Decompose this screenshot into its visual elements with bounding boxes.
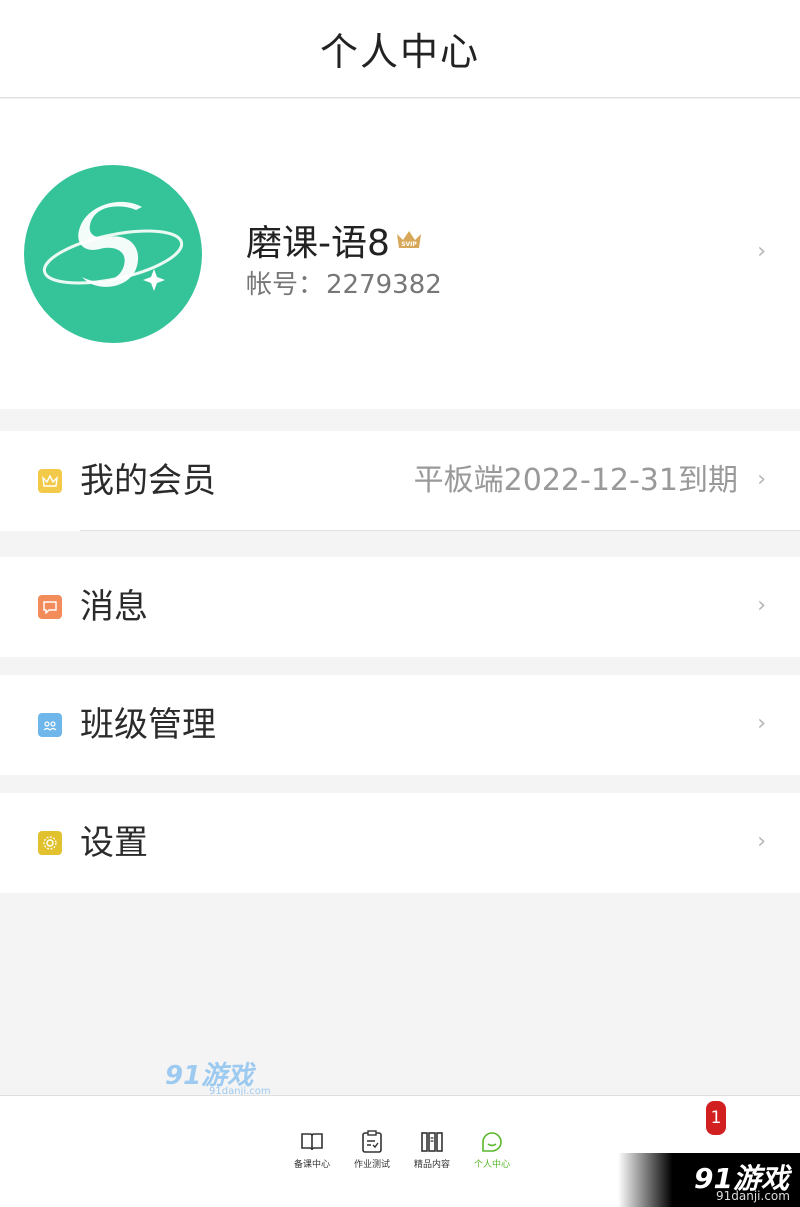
tab-lesson-prep[interactable]: 备课中心 bbox=[282, 1130, 342, 1170]
corner-watermark-sub: 91danji.com bbox=[716, 1189, 790, 1203]
account-info: 帐号：2279382 bbox=[246, 264, 442, 301]
divider bbox=[80, 530, 800, 531]
menu-item-membership[interactable]: 我的会员 平板端2022-12-31到期 › bbox=[0, 431, 800, 531]
profile-name: 磨课-语8 bbox=[246, 223, 390, 264]
page-title: 个人中心 bbox=[319, 30, 480, 74]
account-number: 2279382 bbox=[326, 270, 442, 300]
tab-label: 精品内容 bbox=[413, 1160, 450, 1170]
avatar[interactable] bbox=[24, 165, 202, 343]
tab-label: 作业测试 bbox=[353, 1160, 390, 1170]
notification-badge: 1 bbox=[706, 1101, 726, 1135]
menu-item-label: 设置 bbox=[80, 823, 148, 863]
profile-card[interactable]: 磨课-语8 SVIP 帐号：2279382 › bbox=[0, 99, 800, 409]
profile-name-row: 磨课-语8 SVIP bbox=[246, 214, 422, 266]
crown-icon bbox=[38, 469, 62, 493]
clipboard-icon bbox=[362, 1130, 382, 1153]
tab-homework[interactable]: 作业测试 bbox=[342, 1130, 402, 1170]
tab-label: 备课中心 bbox=[293, 1160, 330, 1170]
menu-item-messages[interactable]: 消息 › bbox=[0, 557, 800, 657]
membership-expiry: 平板端2022-12-31到期 bbox=[413, 463, 738, 498]
message-icon bbox=[38, 595, 62, 619]
corner-watermark: 91游戏 91danji.com bbox=[618, 1153, 800, 1207]
tab-personal-center[interactable]: 个人中心 bbox=[462, 1130, 522, 1170]
chevron-right-icon: › bbox=[757, 593, 766, 618]
svip-badge-text: SVIP bbox=[401, 241, 417, 248]
menu-item-label: 我的会员 bbox=[80, 461, 216, 501]
gear-icon bbox=[38, 831, 62, 855]
chevron-right-icon: › bbox=[757, 467, 766, 492]
menu-item-label: 班级管理 bbox=[80, 705, 216, 745]
smile-icon bbox=[482, 1132, 502, 1152]
menu-item-class-management[interactable]: 班级管理 › bbox=[0, 675, 800, 775]
class-icon bbox=[38, 713, 62, 737]
chevron-right-icon: › bbox=[757, 829, 766, 854]
library-icon bbox=[421, 1132, 443, 1152]
top-bar: 个人中心 bbox=[0, 0, 800, 98]
book-icon bbox=[301, 1133, 323, 1151]
menu-item-settings[interactable]: 设置 › bbox=[0, 793, 800, 893]
chevron-right-icon: › bbox=[757, 239, 766, 264]
chevron-right-icon: › bbox=[757, 711, 766, 736]
menu-item-label: 消息 bbox=[80, 587, 148, 627]
tab-premium-content[interactable]: 精品内容 bbox=[402, 1130, 462, 1170]
account-label: 帐号： bbox=[246, 270, 325, 300]
watermark-logo: 91游戏 91danji.com bbox=[165, 1055, 271, 1097]
svip-crown-icon: SVIP bbox=[396, 231, 421, 248]
tab-label: 个人中心 bbox=[473, 1160, 510, 1170]
avatar-logo-icon bbox=[42, 201, 184, 291]
